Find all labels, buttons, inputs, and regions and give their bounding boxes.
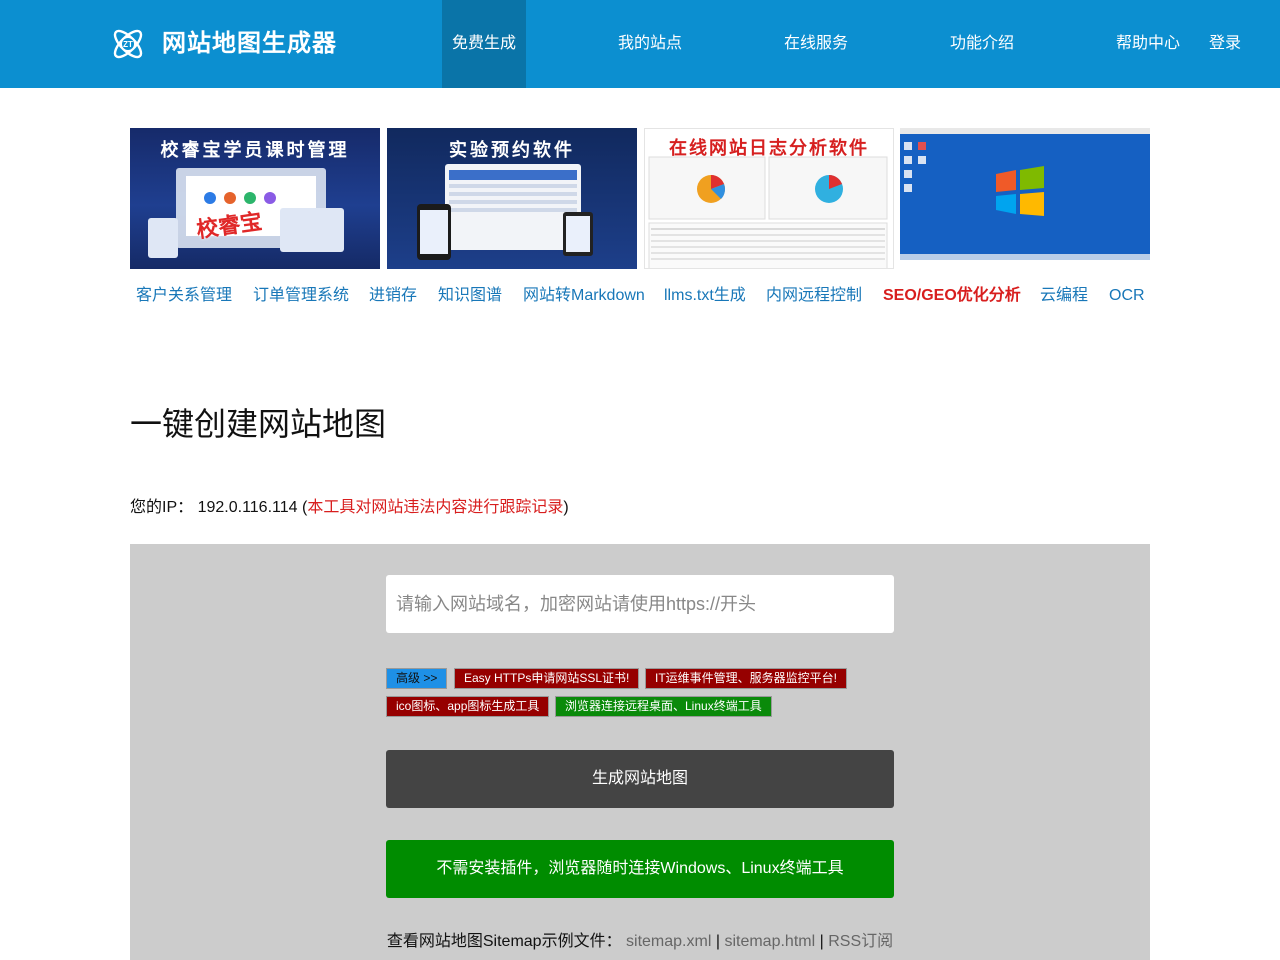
banner-remote-desktop[interactable] — [900, 128, 1150, 260]
site-brand[interactable]: 网站地图生成器 — [162, 26, 337, 62]
link-cloud-coding[interactable]: 云编程 — [1040, 286, 1088, 306]
nav-features[interactable]: 功能介绍 — [940, 0, 1024, 88]
ip-warning: 本工具对网站违法内容进行跟踪记录 — [307, 499, 564, 516]
pie-chart-illustration — [648, 156, 888, 268]
nav-online-services[interactable]: 在线服务 — [774, 0, 858, 88]
sample-label: 查看网站地图Sitemap示例文件： — [386, 933, 622, 950]
nav-help-center[interactable]: 帮助中心 — [1106, 0, 1190, 88]
ip-address: 192.0.116.114 — [197, 499, 298, 516]
top-header: ZT 网站地图生成器 免费生成 我的站点 在线服务 功能介绍 帮助中心 登录 — [0, 0, 1280, 88]
link-knowledge-graph[interactable]: 知识图谱 — [438, 286, 502, 306]
sample-html-link[interactable]: sitemap.html — [724, 933, 815, 950]
ip-label: 您的IP： — [130, 499, 194, 516]
browser-terminal-button[interactable]: 不需安装插件，浏览器随时连接Windows、Linux终端工具 — [386, 840, 894, 898]
banner-log-analysis[interactable]: 在线网站日志分析软件 — [644, 128, 894, 269]
link-site-to-markdown[interactable]: 网站转Markdown — [523, 286, 645, 306]
banner-lab-booking[interactable]: 实验预约软件 — [387, 128, 637, 269]
advanced-options-button[interactable]: 高级 >> — [386, 668, 448, 689]
link-crm[interactable]: 客户关系管理 — [136, 286, 232, 306]
link-order-management[interactable]: 订单管理系统 — [253, 286, 349, 306]
link-ocr[interactable]: OCR — [1109, 286, 1145, 306]
rss-link[interactable]: RSS订阅 — [828, 933, 893, 950]
windows-desktop-illustration — [900, 128, 1150, 260]
page-title: 一键创建网站地图 — [130, 406, 387, 442]
ip-info: 您的IP： 192.0.116.114 (本工具对网站违法内容进行跟踪记录) — [130, 498, 569, 518]
nav-free-generate[interactable]: 免费生成 — [442, 0, 526, 88]
link-inventory[interactable]: 进销存 — [369, 286, 417, 306]
ssl-cert-ad[interactable]: Easy HTTPs申请网站SSL证书! — [454, 668, 640, 689]
devices-illustration — [417, 164, 593, 260]
generator-panel: 高级 >> Easy HTTPs申请网站SSL证书! IT运维事件管理、服务器监… — [130, 544, 1150, 960]
atom-logo-icon[interactable]: ZT — [108, 24, 148, 64]
generate-sitemap-button[interactable]: 生成网站地图 — [386, 750, 894, 808]
devices-illustration — [148, 168, 344, 258]
it-ops-ad[interactable]: IT运维事件管理、服务器监控平台! — [645, 668, 847, 689]
sample-xml-link[interactable]: sitemap.xml — [626, 933, 711, 950]
remote-terminal-ad[interactable]: 浏览器连接远程桌面、Linux终端工具 — [555, 696, 772, 717]
nav-login[interactable]: 登录 — [1200, 0, 1250, 88]
link-remote-control[interactable]: 内网远程控制 — [766, 286, 862, 306]
nav-my-sites[interactable]: 我的站点 — [608, 0, 692, 88]
link-llms-txt[interactable]: llms.txt生成 — [664, 286, 746, 306]
banner-course-management[interactable]: 校睿宝学员课时管理 校睿宝 — [130, 128, 380, 269]
separator: | — [715, 933, 720, 950]
link-seo-geo[interactable]: SEO/GEO优化分析 — [883, 286, 1021, 306]
ip-paren-close: ) — [563, 499, 569, 516]
svg-text:ZT: ZT — [123, 40, 133, 49]
icon-generator-ad[interactable]: ico图标、app图标生成工具 — [386, 696, 550, 717]
sample-files-line: 查看网站地图Sitemap示例文件： sitemap.xml | sitemap… — [130, 932, 1150, 952]
separator: | — [819, 933, 824, 950]
site-url-input[interactable] — [386, 575, 894, 633]
